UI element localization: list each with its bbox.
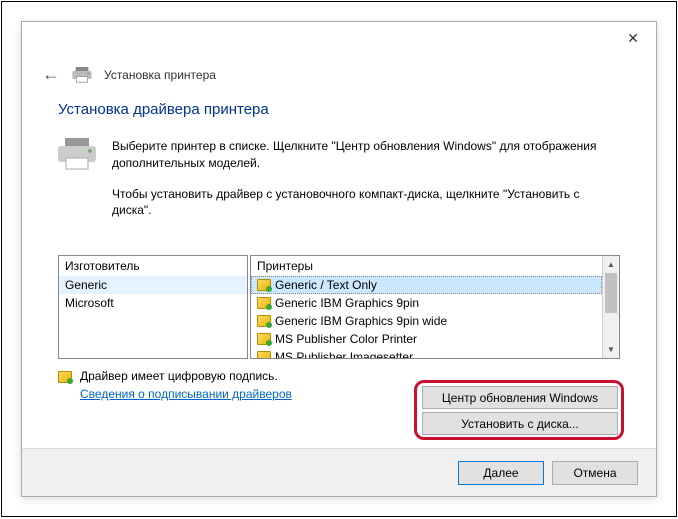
printer-item[interactable]: MS Publisher Color Printer bbox=[251, 330, 602, 348]
instruction-1: Выберите принтер в списке. Щелкните "Цен… bbox=[112, 138, 620, 172]
printers-header: Принтеры bbox=[251, 256, 602, 276]
dialog-title: Установка принтера bbox=[104, 68, 216, 82]
instruction-2: Чтобы установить драйвер с установочного… bbox=[112, 186, 620, 220]
certificate-icon bbox=[257, 297, 271, 309]
manufacturer-header: Изготовитель bbox=[59, 256, 247, 276]
manufacturer-item[interactable]: Generic bbox=[59, 276, 247, 294]
add-printer-dialog: ✕ ← Установка принтера Установка драйвер… bbox=[21, 21, 657, 497]
printer-item[interactable]: Generic / Text Only bbox=[251, 276, 602, 294]
certificate-icon bbox=[257, 279, 271, 291]
signature-info-link[interactable]: Сведения о подписывании драйверов bbox=[80, 387, 292, 401]
page-heading: Установка драйвера принтера bbox=[58, 101, 620, 118]
manufacturer-list[interactable]: Изготовитель Generic Microsoft bbox=[58, 255, 248, 359]
certificate-icon bbox=[58, 371, 72, 383]
printer-scrollbar[interactable]: ▲ ▼ bbox=[602, 256, 619, 358]
signature-text: Драйвер имеет цифровую подпись. bbox=[80, 369, 292, 383]
certificate-icon bbox=[257, 315, 271, 327]
printer-item[interactable]: Generic IBM Graphics 9pin bbox=[251, 294, 602, 312]
certificate-icon bbox=[257, 351, 271, 358]
printer-large-icon bbox=[58, 138, 96, 170]
manufacturer-item[interactable]: Microsoft bbox=[59, 294, 247, 312]
scroll-up-icon[interactable]: ▲ bbox=[603, 256, 619, 273]
printer-icon bbox=[72, 67, 92, 83]
printer-item[interactable]: Generic IBM Graphics 9pin wide bbox=[251, 312, 602, 330]
close-button[interactable]: ✕ bbox=[612, 24, 654, 52]
annotation-highlight bbox=[414, 380, 624, 440]
scroll-down-icon[interactable]: ▼ bbox=[603, 341, 619, 358]
printer-item[interactable]: MS Publisher Imagesetter bbox=[251, 348, 602, 358]
certificate-icon bbox=[257, 333, 271, 345]
next-button[interactable]: Далее bbox=[458, 461, 544, 485]
printer-list[interactable]: Принтеры Generic / Text Only Generic IBM… bbox=[250, 255, 620, 359]
back-arrow-icon[interactable]: ← bbox=[42, 64, 60, 85]
cancel-button[interactable]: Отмена bbox=[552, 461, 638, 485]
